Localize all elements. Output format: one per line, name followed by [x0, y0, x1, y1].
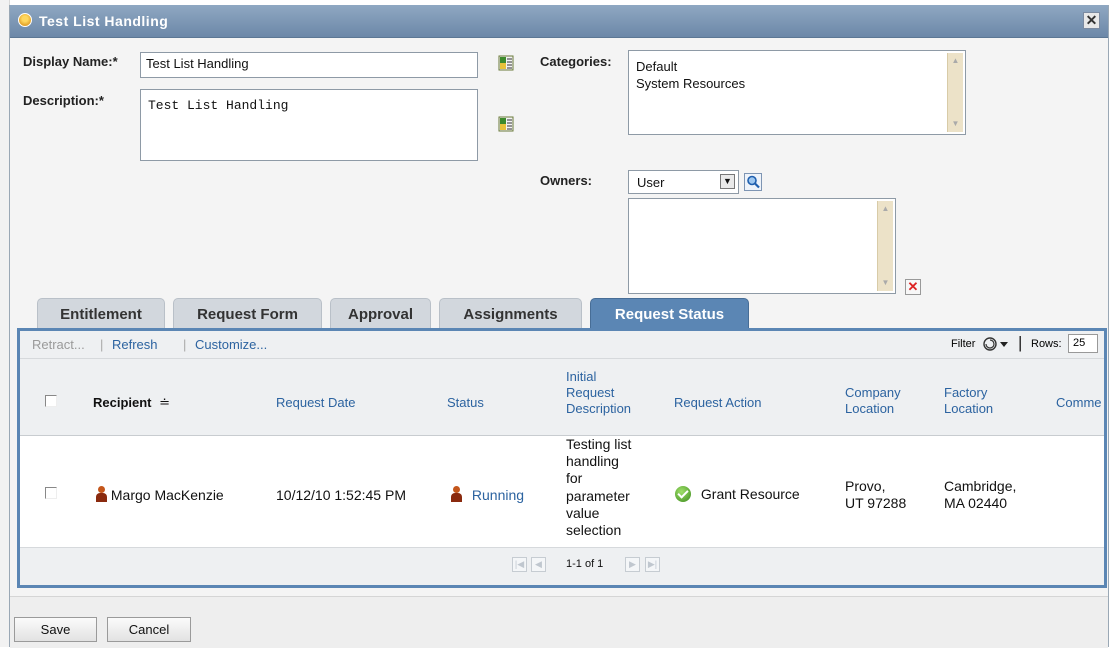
- pagination-text: 1-1 of 1: [566, 558, 604, 570]
- delete-icon[interactable]: ✕: [905, 279, 921, 295]
- row-checkbox[interactable]: [45, 487, 57, 499]
- request-date-cell: 10/12/10 1:52:45 PM: [276, 487, 406, 503]
- title-bar: Test List Handling ✕: [10, 5, 1108, 38]
- check-icon: [675, 486, 691, 502]
- request-status-panel: Retract... | Refresh | Customize... Filt…: [17, 328, 1107, 588]
- filter-label[interactable]: Filter: [951, 338, 975, 350]
- factory-location-cell: Cambridge, MA 02440: [944, 478, 1017, 511]
- last-page-icon[interactable]: ▶|: [645, 557, 660, 572]
- tab-assignments[interactable]: Assignments: [439, 298, 582, 328]
- categories-scrollbar[interactable]: ▲ ▼: [947, 53, 963, 132]
- request-action-text: Grant Resource: [700, 486, 800, 502]
- table-row[interactable]: Margo MacKenzie 10/12/10 1:52:45 PM Runn…: [20, 436, 1104, 546]
- description-cell: Testing list handling for parameter valu…: [566, 436, 632, 539]
- save-button[interactable]: Save: [14, 617, 97, 642]
- column-header-recipient[interactable]: Recipient ≐: [93, 395, 170, 411]
- recipient-name: Margo MacKenzie: [110, 487, 224, 503]
- tab-request-form[interactable]: Request Form: [173, 298, 322, 328]
- pagination-bar: |◀ ◀ 1-1 of 1 ▶ ▶|: [20, 547, 1104, 585]
- column-header-request-date[interactable]: Request Date: [276, 395, 356, 411]
- status-link[interactable]: Running: [472, 487, 524, 503]
- categories-label: Categories:: [540, 54, 612, 69]
- company-location-cell: Provo, UT 97288: [845, 478, 907, 511]
- search-icon[interactable]: [744, 173, 762, 191]
- first-page-icon[interactable]: |◀: [512, 557, 527, 572]
- categories-listbox[interactable]: Default System Resources ▲ ▼: [628, 50, 966, 135]
- previous-page-icon[interactable]: ◀: [531, 557, 546, 572]
- tab-request-status[interactable]: Request Status: [590, 298, 749, 328]
- sort-ascending-icon[interactable]: ≐: [159, 395, 170, 410]
- scroll-down-icon[interactable]: ▼: [948, 118, 963, 130]
- request-action-cell: Grant Resource: [675, 486, 800, 503]
- display-name-field[interactable]: Test List Handling: [140, 52, 478, 78]
- table-toolbar: Retract... | Refresh | Customize... Filt…: [20, 331, 1104, 359]
- user-icon: [450, 486, 462, 502]
- column-header-company-location[interactable]: Company Location: [845, 385, 901, 417]
- table-header: Recipient ≐ Request Date Status Initial …: [20, 359, 1104, 436]
- description-field[interactable]: Test List Handling: [140, 89, 478, 161]
- column-header-status[interactable]: Status: [447, 395, 484, 411]
- owners-type-value: User: [637, 175, 665, 190]
- filter-icon[interactable]: [981, 335, 1013, 356]
- user-icon: [95, 486, 107, 502]
- display-name-label: Display Name:*: [23, 54, 118, 69]
- column-header-request-action[interactable]: Request Action: [674, 395, 761, 411]
- status-cell: Running: [450, 486, 524, 504]
- tab-approval[interactable]: Approval: [330, 298, 431, 328]
- retract-link[interactable]: Retract...: [32, 337, 85, 352]
- recipient-cell: Margo MacKenzie: [95, 486, 224, 504]
- window-title: Test List Handling: [39, 13, 169, 29]
- dialog-window: Test List Handling ✕ Display Name:* Test…: [9, 5, 1109, 648]
- owners-listbox[interactable]: ▲ ▼: [628, 198, 896, 294]
- select-all-checkbox[interactable]: [45, 395, 57, 407]
- refresh-link[interactable]: Refresh: [112, 337, 158, 352]
- scroll-up-icon[interactable]: ▲: [948, 55, 963, 67]
- owners-label: Owners:: [540, 173, 593, 188]
- category-option[interactable]: System Resources: [636, 75, 745, 92]
- owners-type-select[interactable]: User ▼: [628, 170, 739, 194]
- customize-link[interactable]: Customize...: [195, 337, 267, 352]
- cancel-button[interactable]: Cancel: [107, 617, 191, 642]
- scroll-down-icon[interactable]: ▼: [878, 277, 893, 289]
- description-label: Description:*: [23, 93, 104, 108]
- owners-scrollbar[interactable]: ▲ ▼: [877, 201, 893, 291]
- column-header-recipient-label: Recipient: [93, 395, 152, 410]
- localize-icon[interactable]: [498, 55, 514, 71]
- rows-label: Rows:: [1031, 338, 1062, 350]
- column-header-initial-request-description[interactable]: Initial Request Description: [566, 369, 631, 417]
- column-header-comments[interactable]: Comme: [1056, 395, 1102, 411]
- column-header-factory-location[interactable]: Factory Location: [944, 385, 993, 417]
- chevron-down-icon[interactable]: ▼: [720, 174, 735, 189]
- button-bar: Save Cancel: [10, 596, 1108, 648]
- next-page-icon[interactable]: ▶: [625, 557, 640, 572]
- rows-input[interactable]: 25: [1068, 334, 1098, 353]
- localize-icon[interactable]: [498, 116, 514, 132]
- scroll-up-icon[interactable]: ▲: [878, 203, 893, 215]
- category-option[interactable]: Default: [636, 58, 677, 75]
- tab-entitlement[interactable]: Entitlement: [37, 298, 165, 328]
- resource-icon: [18, 13, 32, 27]
- close-button[interactable]: ✕: [1083, 12, 1100, 29]
